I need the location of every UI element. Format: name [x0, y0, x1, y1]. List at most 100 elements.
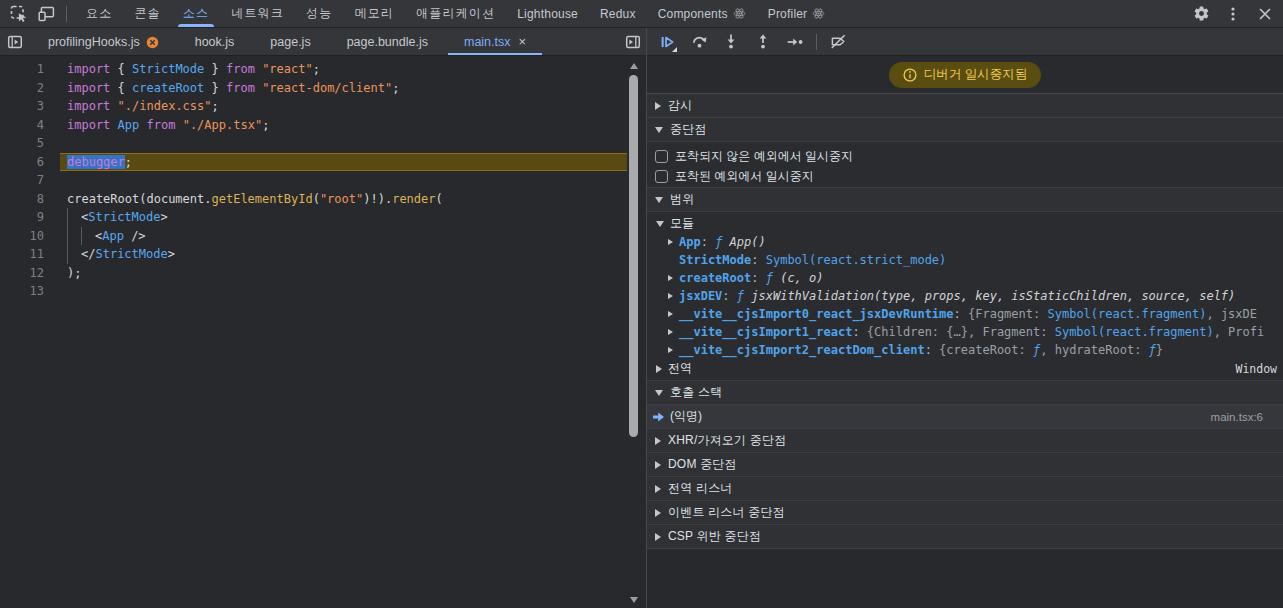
checkbox-unchecked[interactable] — [655, 170, 668, 183]
variable-name: createRoot — [679, 271, 751, 285]
code-line[interactable]: 12); — [0, 264, 646, 283]
code-token — [110, 118, 117, 132]
info-icon — [903, 68, 917, 82]
device-toolbar-button[interactable] — [34, 2, 58, 26]
scope-group-모듈[interactable]: 모듈 — [647, 214, 1283, 233]
device-toolbar-icon — [38, 5, 55, 22]
paused-code-line[interactable]: 6debugger; — [0, 153, 646, 172]
main-toolbar-right-icons — [1189, 0, 1283, 27]
scope-var-__vite__cjsImport2_reactDom_client[interactable]: __vite__cjsImport2_reactDom_client: {cre… — [647, 341, 1283, 359]
file-tab-main.tsx[interactable]: main.tsx× — [446, 28, 544, 55]
panel-tab-네트워크[interactable]: 네트워크 — [220, 0, 295, 27]
scope-var-createRoot[interactable]: createRoot: ƒ (c, o) — [647, 269, 1283, 287]
step-into-button[interactable] — [718, 30, 744, 54]
more-options-button[interactable] — [1221, 2, 1245, 26]
file-tab-profilingHooks.js[interactable]: profilingHooks.js — [30, 28, 177, 55]
scope-group-전역[interactable]: 전역Window — [647, 359, 1283, 378]
sidebar-empty-area — [647, 549, 1283, 608]
panel-tab-label: Profiler — [768, 7, 808, 21]
code-editor[interactable]: 1import { StrictMode } from "react";2imp… — [0, 56, 646, 608]
section-전역 리스너[interactable]: 전역 리스너 — [647, 477, 1283, 501]
deactivate-breakpoints-button[interactable] — [825, 30, 851, 54]
code-line[interactable]: 4import App from "./App.tsx"; — [0, 116, 646, 135]
step-over-button[interactable] — [686, 30, 712, 54]
step-button[interactable] — [782, 30, 808, 54]
line-number: 10 — [0, 227, 44, 246]
panel-tab-Redux[interactable]: Redux — [589, 0, 647, 27]
file-tab-hook.js[interactable]: hook.js — [177, 28, 253, 55]
editor-scrollbar[interactable] — [627, 56, 641, 608]
scope-var-__vite__cjsImport1_react[interactable]: __vite__cjsImport1_react: {Children: {…}… — [647, 323, 1283, 341]
scroll-up-arrow-icon[interactable] — [630, 63, 638, 69]
frame-name: (익명) — [670, 408, 702, 425]
scope-var-jsxDEV[interactable]: jsxDEV: ƒ jsxWithValidation(type, props,… — [647, 287, 1283, 305]
call-stack-list: (익명)main.tsx:6 — [647, 405, 1283, 429]
panel-tab-Lighthouse[interactable]: Lighthouse — [506, 0, 589, 27]
devtools-body: profilingHooks.jshook.jspage.js page.bund… — [0, 28, 1283, 608]
scope-var-App[interactable]: App: ƒ App() — [647, 233, 1283, 251]
panel-tab-Components[interactable]: Components — [647, 0, 757, 27]
panel-tab-애플리케이션[interactable]: 애플리케이션 — [405, 0, 506, 27]
code-line-content — [60, 171, 627, 190]
panel-tab-성능[interactable]: 성능 — [295, 0, 343, 27]
code-line[interactable]: 5 — [0, 134, 646, 153]
collapsed-triangle-icon — [668, 329, 673, 335]
section-call-stack[interactable]: 호출 스택 — [647, 381, 1283, 405]
scope-tree: 모듈App: ƒ App()StrictMode: Symbol(react.s… — [647, 212, 1283, 381]
panel-tab-메모리[interactable]: 메모리 — [343, 0, 405, 27]
section-title: 전역 리스너 — [668, 480, 733, 497]
file-tab-page.js[interactable]: page.js — [252, 28, 328, 55]
inspect-element-button[interactable] — [6, 2, 30, 26]
section-breakpoints[interactable]: 중단점 — [647, 118, 1283, 142]
line-number: 8 — [0, 190, 44, 209]
file-tab-page.bundle.js[interactable]: page.bundle.js — [329, 28, 446, 55]
panel-tab-Profiler[interactable]: Profiler — [757, 0, 837, 27]
tree-toggle — [668, 347, 679, 353]
active-frame-arrow-icon — [652, 411, 665, 423]
code-line[interactable]: 3import "./index.css"; — [0, 97, 646, 116]
section-CSP 위반 중단점[interactable]: CSP 위반 중단점 — [647, 525, 1283, 549]
show-sidebar-icon — [625, 34, 641, 50]
code-line[interactable]: 10<App /> — [0, 227, 646, 246]
step-out-icon — [755, 33, 771, 50]
file-tab-label: page.bundle.js — [347, 35, 428, 49]
code-line[interactable]: 11</StrictMode> — [0, 245, 646, 264]
panel-tab-소스[interactable]: 소스 — [172, 0, 220, 27]
section-XHR/가져오기 중단점[interactable]: XHR/가져오기 중단점 — [647, 429, 1283, 453]
call-stack-frame[interactable]: (익명)main.tsx:6 — [647, 405, 1283, 429]
panel-tab-콘솔[interactable]: 콘솔 — [123, 0, 171, 27]
scope-var-StrictMode[interactable]: StrictMode: Symbol(react.strict_mode) — [647, 251, 1283, 269]
resume-script-button[interactable] — [654, 30, 680, 54]
step-icon — [786, 34, 804, 50]
panel-tab-label: Components — [658, 7, 728, 21]
code-token: ; — [313, 62, 320, 76]
breakpoint-option-row[interactable]: 포착된 예외에서 일시중지 — [647, 166, 1283, 186]
variable-value-part: Symbol(react.fragment) — [1047, 307, 1206, 321]
section-scope[interactable]: 범위 — [647, 188, 1283, 212]
checkbox-unchecked[interactable] — [655, 150, 668, 163]
code-line[interactable]: 2import { createRoot } from "react-dom/c… — [0, 79, 646, 98]
tab-close-icon[interactable]: × — [519, 35, 527, 48]
section-watch[interactable]: 감시 — [647, 94, 1283, 118]
settings-button[interactable] — [1189, 2, 1213, 26]
code-line[interactable]: 1import { StrictMode } from "react"; — [0, 60, 646, 79]
scope-var-__vite__cjsImport0_react_jsxDevRuntime[interactable]: __vite__cjsImport0_react_jsxDevRuntime: … — [647, 305, 1283, 323]
panel-tab-요소[interactable]: 요소 — [75, 0, 123, 27]
toggle-navigator-button[interactable] — [0, 28, 30, 55]
code-line[interactable]: 9<StrictMode> — [0, 208, 646, 227]
main-toolbar: 요소콘솔소스네트워크성능메모리애플리케이션LighthouseRedux Comp… — [0, 0, 1283, 28]
breakpoint-option-row[interactable]: 포착되지 않은 예외에서 일시중지 — [647, 146, 1283, 166]
section-이벤트 리스너 중단점[interactable]: 이벤트 리스너 중단점 — [647, 501, 1283, 525]
code-line[interactable]: 7 — [0, 171, 646, 190]
toggle-debugger-sidebar-button[interactable] — [620, 28, 646, 55]
code-line[interactable]: 8 createRoot(document.getElementById("roo… — [0, 190, 646, 209]
section-DOM 중단점[interactable]: DOM 중단점 — [647, 453, 1283, 477]
code-line[interactable]: 13 — [0, 282, 646, 301]
close-devtools-button[interactable] — [1253, 2, 1277, 26]
step-out-button[interactable] — [750, 30, 776, 54]
editor-scrollbar-thumb[interactable] — [629, 75, 638, 437]
code-line-content: createRoot(document.getElementById("root… — [60, 190, 627, 209]
scroll-down-arrow-icon[interactable] — [630, 597, 638, 603]
code-line-content: import { StrictMode } from "react"; — [60, 60, 627, 79]
colon: : — [751, 271, 765, 285]
